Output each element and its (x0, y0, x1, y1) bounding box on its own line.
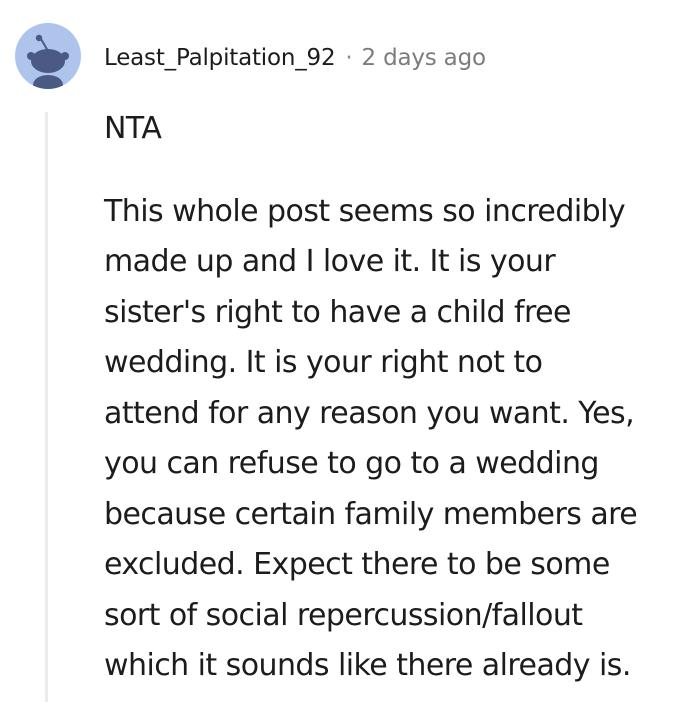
comment-line: made up and I love it. It is your (104, 244, 556, 279)
comment-line: sister's right to have a child free (104, 294, 572, 330)
comment-line: wedding. It is your right not to (104, 345, 543, 380)
comment-line: This whole post seems so incredibly (104, 193, 626, 229)
comment-line: attend for any reason you want. Yes, (104, 395, 635, 431)
verdict-text: NTA (104, 111, 162, 146)
comment-body: NTA This whole post seems so incredibly … (104, 104, 694, 692)
timestamp-link[interactable]: 2 days ago (362, 45, 487, 71)
comment-line: because certain family members are (104, 496, 638, 532)
comment-line: sort of social repercussion/fallout (104, 597, 583, 633)
comment-line: which it sounds like there already is. (104, 648, 631, 683)
comment-line: excluded. Expect there to be some (104, 547, 610, 582)
comment-header: Least_Palpitation_92 · 2 days ago (104, 40, 486, 76)
comment: Least_Palpitation_92 · 2 days ago NTA Th… (0, 0, 700, 702)
thread-collapse-line[interactable] (45, 112, 48, 702)
snoo-icon (27, 34, 69, 89)
comment-line: you can refuse to go to a wedding (104, 446, 599, 481)
meta-separator: · (345, 45, 353, 71)
snoo-avatar-icon[interactable] (15, 23, 81, 89)
username-link[interactable]: Least_Palpitation_92 (104, 45, 336, 71)
